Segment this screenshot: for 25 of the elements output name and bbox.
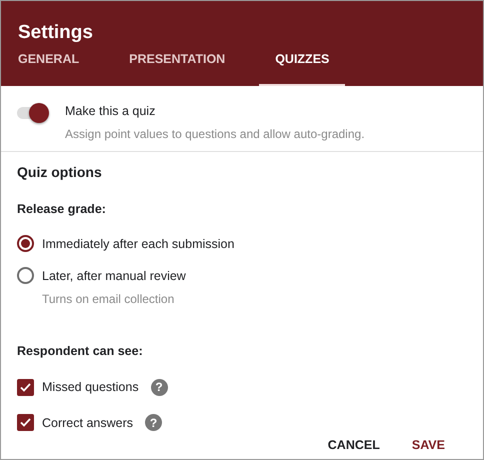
toggle-description: Assign point values to questions and allow auto-grading. xyxy=(65,126,365,143)
cancel-button[interactable]: CANCEL xyxy=(320,432,388,459)
check-icon xyxy=(20,382,31,392)
radio-button[interactable] xyxy=(17,234,34,252)
radio-label: Later, after manual review xyxy=(42,268,186,286)
checkbox[interactable] xyxy=(17,378,34,396)
group-label: Respondent can see: xyxy=(17,343,144,360)
toggle-switch[interactable] xyxy=(17,102,49,124)
group-label: Release grade: xyxy=(17,200,107,218)
section-title: Quiz options xyxy=(17,162,103,182)
toggle-label: Make this a quiz xyxy=(65,103,156,120)
save-button[interactable]: SAVE xyxy=(404,432,453,459)
tab[interactable]: QUIZZES xyxy=(259,50,346,86)
radio-button[interactable] xyxy=(17,267,34,284)
checkbox-label: Correct answers xyxy=(42,414,133,432)
help-button[interactable]: ? xyxy=(150,378,168,396)
tab[interactable]: PRESENTATION xyxy=(129,50,226,86)
radio-description: Turns on email collection xyxy=(42,291,176,308)
check-icon xyxy=(20,418,31,428)
radio-label: Immediately after each submission xyxy=(42,236,234,253)
tab[interactable]: GENERAL xyxy=(18,50,80,86)
help-button[interactable]: ? xyxy=(145,414,162,432)
checkbox-label: Missed questions xyxy=(42,378,139,396)
checkbox[interactable] xyxy=(17,414,34,432)
window-title: Settings xyxy=(18,21,94,45)
